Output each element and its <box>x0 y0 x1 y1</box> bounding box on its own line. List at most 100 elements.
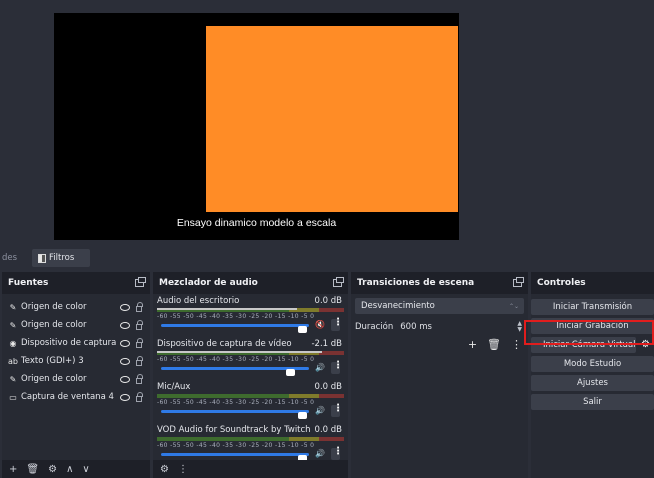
source-label: Origen de color <box>21 374 87 384</box>
source-label: Origen de color <box>21 320 87 330</box>
lock-icon[interactable] <box>136 338 143 348</box>
advanced-audio-gear-icon[interactable]: ⚙ <box>160 464 169 475</box>
visibility-eye-icon[interactable] <box>120 393 130 401</box>
duration-value: 600 ms <box>400 322 432 332</box>
speaker-icon[interactable]: 🔊 <box>315 449 325 458</box>
volume-meter <box>157 437 344 441</box>
window-icon: ▭ <box>9 392 17 402</box>
start-streaming-button[interactable]: Iniciar Transmisión <box>531 299 654 315</box>
audio-mixer-dock: Mezclador de audio Audio del escritorio … <box>153 272 348 478</box>
channel-menu-icon[interactable] <box>331 446 343 460</box>
controls-title: Controles <box>537 278 586 288</box>
undock-icon[interactable] <box>513 277 524 287</box>
source-item[interactable]: ab Texto (GDI+) 3 <box>2 352 150 370</box>
preview-area: Ensayo dinamico modelo a escala <box>0 0 654 243</box>
meter-ticks: -60 -55 -50 -45 -40 -35 -30 -25 -20 -15 … <box>157 356 315 363</box>
settings-button[interactable]: Ajustes <box>531 375 654 391</box>
remove-transition-icon[interactable]: 🗑 <box>487 338 501 351</box>
mixer-menu-icon[interactable]: ⋮ <box>178 464 188 475</box>
channel-menu-icon[interactable] <box>331 360 343 374</box>
filters-button[interactable]: Filtros <box>32 249 90 267</box>
duration-row: Duración 600 ms ▲ ▼ <box>355 319 524 335</box>
lock-icon[interactable] <box>136 392 143 402</box>
transition-selected: Desvanecimiento <box>361 301 435 311</box>
move-up-icon[interactable]: ∧ <box>66 464 73 475</box>
source-label: Origen de color <box>21 302 87 312</box>
channel-db: 0.0 dB <box>314 296 342 306</box>
add-source-icon[interactable]: + <box>9 464 17 475</box>
channel-name: Audio del escritorio <box>157 296 240 306</box>
sources-header: Fuentes <box>2 272 150 294</box>
sources-dock: Fuentes ✎ Origen de color ✎ Origen de co… <box>2 272 150 478</box>
controls-dock: Controles Iniciar Transmisión Iniciar Gr… <box>531 272 654 478</box>
transition-toolbar: + 🗑 ⋮ <box>351 338 528 351</box>
studio-mode-button[interactable]: Modo Estudio <box>531 356 654 372</box>
volume-slider[interactable] <box>161 324 309 333</box>
source-item[interactable]: ◉ Dispositivo de captura <box>2 334 150 352</box>
volume-slider-handle[interactable] <box>286 369 295 376</box>
tab-properties-fragment[interactable]: des <box>2 253 17 263</box>
text-icon: ab <box>8 356 18 366</box>
channel-menu-icon[interactable] <box>331 403 343 417</box>
remove-source-icon[interactable]: 🗑 <box>26 464 39 475</box>
channel-menu-icon[interactable] <box>331 317 343 331</box>
muted-speaker-icon[interactable]: 🔇 <box>315 320 325 329</box>
undock-icon[interactable] <box>333 277 344 287</box>
duration-input[interactable]: 600 ms ▲ ▼ <box>396 319 524 335</box>
color-source[interactable] <box>206 26 458 212</box>
add-transition-icon[interactable]: + <box>468 338 477 351</box>
select-arrows-icon: ⌃⌄ <box>508 302 519 310</box>
visibility-eye-icon[interactable] <box>120 303 130 311</box>
channel-name: VOD Audio for Soundtrack by Twitch <box>157 425 311 435</box>
move-down-icon[interactable]: ∨ <box>82 464 89 475</box>
mixer-channel: Audio del escritorio 0.0 dB -60 -55 -50 … <box>153 294 348 337</box>
volume-slider[interactable] <box>161 367 309 376</box>
speaker-icon[interactable]: 🔊 <box>315 363 325 372</box>
source-item[interactable]: ✎ Origen de color <box>2 370 150 388</box>
tab-strip: des Filtros <box>0 247 654 269</box>
exit-button[interactable]: Salir <box>531 394 654 410</box>
mixer-title: Mezclador de audio <box>159 278 258 288</box>
lock-icon[interactable] <box>136 374 143 384</box>
meter-ticks: -60 -55 -50 -45 -40 -35 -30 -25 -20 -15 … <box>157 442 315 449</box>
duration-label: Duración <box>355 322 394 332</box>
filters-label: Filtros <box>49 253 75 263</box>
source-item[interactable]: ✎ Origen de color <box>2 298 150 316</box>
volume-slider[interactable] <box>161 453 309 462</box>
visibility-eye-icon[interactable] <box>120 321 130 329</box>
brush-icon: ✎ <box>9 320 17 330</box>
visibility-eye-icon[interactable] <box>120 339 130 347</box>
volume-meter <box>157 394 344 398</box>
channel-name: Dispositivo de captura de vídeo <box>157 339 292 349</box>
mixer-toolbar: ⚙ ⋮ <box>153 460 348 478</box>
lock-icon[interactable] <box>136 356 143 366</box>
source-item[interactable]: ▭ Captura de ventana 4 <box>2 388 150 406</box>
visibility-eye-icon[interactable] <box>120 375 130 383</box>
sources-toolbar: + 🗑 ⚙ ∧ ∨ <box>2 460 150 478</box>
scene-transitions-dock: Transiciones de escena Desvanecimiento ⌃… <box>351 272 528 478</box>
volume-slider-handle[interactable] <box>298 326 307 333</box>
source-label: Dispositivo de captura <box>21 338 117 348</box>
mixer-channel: Dispositivo de captura de vídeo -2.1 dB … <box>153 337 348 380</box>
visibility-eye-icon[interactable] <box>120 357 130 365</box>
meter-ticks: -60 -55 -50 -45 -40 -35 -30 -25 -20 -15 … <box>157 313 315 320</box>
undock-icon[interactable] <box>135 277 146 287</box>
preview-caption: Ensayo dinamico modelo a escala <box>176 217 337 229</box>
brush-icon: ✎ <box>9 302 17 312</box>
source-label: Texto (GDI+) 3 <box>21 356 84 366</box>
volume-slider[interactable] <box>161 410 309 419</box>
transition-menu-icon[interactable]: ⋮ <box>511 338 522 351</box>
spin-arrows-icon[interactable]: ▲ ▼ <box>517 321 522 333</box>
lock-icon[interactable] <box>136 320 143 330</box>
transition-select[interactable]: Desvanecimiento ⌃⌄ <box>355 298 524 314</box>
source-properties-icon[interactable]: ⚙ <box>48 464 57 475</box>
lock-icon[interactable] <box>136 302 143 312</box>
volume-meter <box>157 351 344 355</box>
mixer-channel: Mic/Aux 0.0 dB -60 -55 -50 -45 -40 -35 -… <box>153 380 348 423</box>
preview-canvas[interactable]: Ensayo dinamico modelo a escala <box>54 13 459 240</box>
camera-icon: ◉ <box>9 338 17 348</box>
speaker-icon[interactable]: 🔊 <box>315 406 325 415</box>
source-label: Captura de ventana 4 <box>21 392 114 402</box>
volume-slider-handle[interactable] <box>298 412 307 419</box>
source-item[interactable]: ✎ Origen de color <box>2 316 150 334</box>
